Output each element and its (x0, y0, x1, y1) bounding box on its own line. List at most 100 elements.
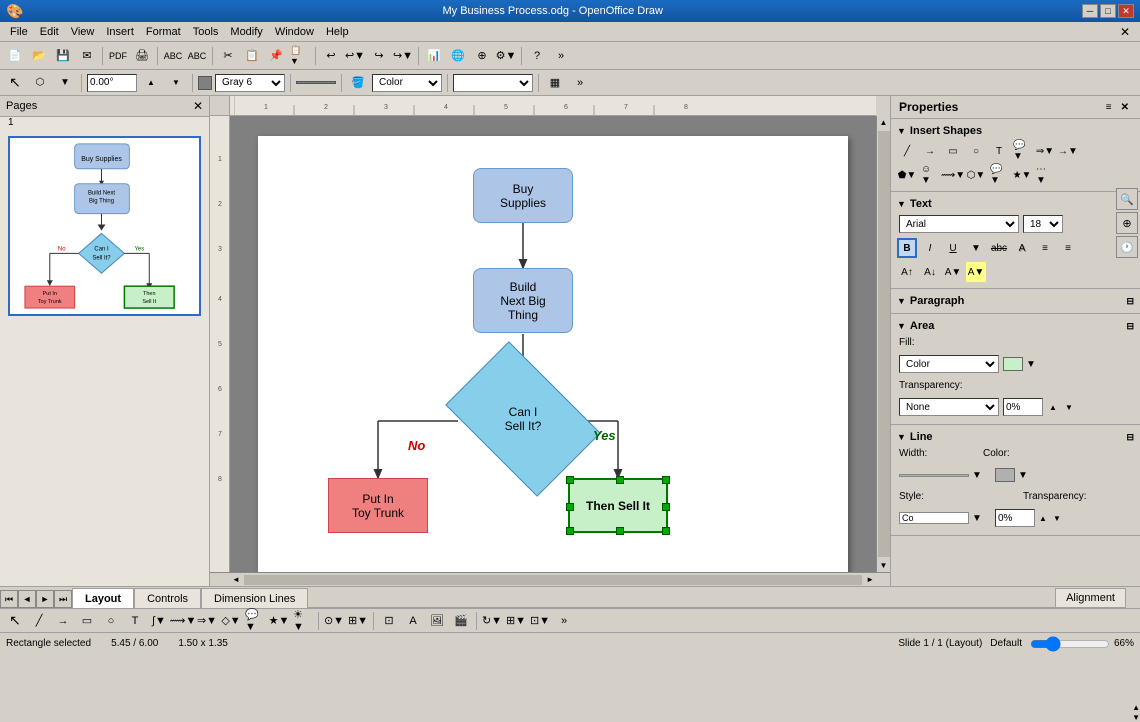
line-color-swatch2[interactable] (995, 468, 1015, 482)
then-sell-it-shape[interactable]: Then Sell It (568, 478, 668, 533)
curve-draw-tool[interactable]: ∫▼ (148, 610, 170, 632)
block-arrow-tool[interactable]: ⇒▼ (1035, 141, 1055, 161)
angle-up[interactable]: ▲ (140, 72, 162, 94)
close-button[interactable]: ✕ (1118, 4, 1134, 18)
image-tool[interactable]: 🖼 (426, 610, 448, 632)
build-next-shape[interactable]: BuildNext BigThing (473, 268, 573, 333)
side-icon-2[interactable]: ⊕ (1116, 212, 1138, 234)
scroll-up-button[interactable]: ▲ (878, 116, 890, 129)
scroll-down-button[interactable]: ▼ (878, 559, 890, 572)
undo-list[interactable]: ↩▼ (344, 45, 366, 67)
handle-tm[interactable] (616, 476, 624, 484)
fill-color-swatch[interactable] (1003, 357, 1023, 371)
trans-up[interactable]: ▲ (1047, 397, 1059, 417)
nav-prev-button[interactable]: ◄ (18, 590, 36, 608)
movie-tool[interactable]: 🎬 (450, 610, 472, 632)
flowchart-draw-tool[interactable]: ◇▼ (220, 610, 242, 632)
area-section-header[interactable]: ▼ Area ⊟ (891, 318, 1140, 334)
decrease-font[interactable]: A↓ (920, 262, 940, 282)
menu-window[interactable]: Window (269, 24, 320, 40)
line-section-header[interactable]: ▼ Line ⊟ (891, 429, 1140, 445)
menu-file[interactable]: File (4, 24, 34, 40)
can-i-sell-shape[interactable]: Can ISell It? (458, 374, 588, 464)
handle-tl[interactable] (566, 476, 574, 484)
scroll-thumb-h[interactable] (244, 575, 862, 585)
block-arrows-tool[interactable]: ⇒▼ (196, 610, 218, 632)
shadow-button[interactable]: A (1012, 238, 1032, 258)
smiley-tool[interactable]: ☺▼ (920, 165, 940, 185)
glue-point-tool[interactable]: ⊞▼ (347, 610, 369, 632)
rect-draw-tool[interactable]: ▭ (76, 610, 98, 632)
highlight-btn[interactable]: A▼ (966, 262, 986, 282)
color-bucket[interactable]: 🪣 (347, 72, 369, 94)
save-button[interactable]: 💾 (52, 45, 74, 67)
handle-br[interactable] (662, 527, 670, 535)
minimize-button[interactable]: ─ (1082, 4, 1098, 18)
help-button[interactable]: ? (526, 45, 548, 67)
trans-down[interactable]: ▼ (1063, 397, 1075, 417)
line-collapse[interactable]: ⊟ (1126, 432, 1134, 443)
align-tool[interactable]: ⊞▼ (505, 610, 527, 632)
handle-tr[interactable] (662, 476, 670, 484)
transparency-type-select[interactable]: None (899, 398, 999, 416)
transparency-value-input[interactable] (1003, 398, 1043, 416)
callout-tool[interactable]: 💬▼ (1012, 141, 1032, 161)
navigator-button[interactable]: ⊕ (471, 45, 493, 67)
canvas-scroll[interactable]: BuySupplies BuildNext BigThing Can ISell… (230, 116, 876, 572)
paste-special[interactable]: 📋▼ (289, 45, 311, 67)
line-style-select[interactable]: Gray 6 (215, 74, 285, 92)
text-align-left[interactable]: ≡ (1035, 238, 1055, 258)
fill-color-arrow[interactable]: ▼ (1025, 354, 1037, 374)
handle-mr[interactable] (662, 503, 670, 511)
oval-tool[interactable]: ○ (966, 141, 986, 161)
line-trans-input[interactable] (995, 509, 1035, 527)
menu-edit[interactable]: Edit (34, 24, 65, 40)
text-section-header[interactable]: ▼ Text ⊟ (891, 196, 1140, 212)
page-thumbnail[interactable]: Buy Supplies Build Next Big Thing Can I … (8, 136, 201, 316)
menu-view[interactable]: View (65, 24, 101, 40)
font-size-select[interactable]: 18 (1023, 215, 1063, 233)
point-edit-tool[interactable]: ⊙▼ (323, 610, 345, 632)
menu-modify[interactable]: Modify (224, 24, 268, 40)
line-draw-tool[interactable]: ╱ (28, 610, 50, 632)
connector-draw-tool[interactable]: ⟿▼ (172, 610, 194, 632)
area-collapse[interactable]: ⊟ (1126, 321, 1134, 332)
star-tool[interactable]: ★▼ (1012, 165, 1032, 185)
font-color-btn[interactable]: A▼ (943, 262, 963, 282)
insert-shapes-header[interactable]: ▼ Insert Shapes (891, 123, 1140, 139)
underline-button[interactable]: U (943, 238, 963, 258)
put-in-toy-trunk-shape[interactable]: Put InToy Trunk (328, 478, 428, 533)
redo-list[interactable]: ↪▼ (392, 45, 414, 67)
open-button[interactable]: 📂 (28, 45, 50, 67)
text-tool[interactable]: T (989, 141, 1009, 161)
text-align-center[interactable]: ≡ (1058, 238, 1078, 258)
spell2-button[interactable]: ABC (186, 45, 208, 67)
email-button[interactable]: ✉ (76, 45, 98, 67)
line-style-arrow[interactable]: ▼ (971, 508, 983, 528)
flowchart-tool[interactable]: ⬡▼ (966, 165, 986, 185)
pages-close-button[interactable]: ✕ (193, 99, 203, 113)
handle-bm[interactable] (616, 527, 624, 535)
line-trans-up[interactable]: ▲ (1037, 508, 1049, 528)
tab-layout[interactable]: Layout (72, 588, 134, 608)
menu-insert[interactable]: Insert (100, 24, 140, 40)
callout2-tool[interactable]: 💬▼ (989, 165, 1009, 185)
group-tool[interactable]: ⊡▼ (529, 610, 551, 632)
scrollbar-horizontal[interactable]: ◄ ► (230, 573, 876, 586)
nav-last-button[interactable]: ⏭ (54, 590, 72, 608)
maximize-button[interactable]: □ (1100, 4, 1116, 18)
props-close-button[interactable]: ✕ (1118, 101, 1132, 114)
bold-button[interactable]: B (897, 238, 917, 258)
strikethrough-button[interactable]: abc (989, 238, 1009, 258)
contour-button[interactable]: ⬡ (29, 72, 51, 94)
fill-type-select[interactable]: Color (899, 355, 999, 373)
display-mode[interactable]: ▦ (544, 72, 566, 94)
scroll-right-button[interactable]: ► (864, 575, 876, 584)
zoom-slider[interactable] (1030, 639, 1110, 649)
copy-button[interactable]: 📋 (241, 45, 263, 67)
web-button[interactable]: 🌐 (447, 45, 469, 67)
para-collapse[interactable]: ⊟ (1126, 296, 1134, 307)
text-draw-tool[interactable]: T (124, 610, 146, 632)
paste-button[interactable]: 📌 (265, 45, 287, 67)
paragraph-section-header[interactable]: ▼ Paragraph ⊟ (891, 293, 1140, 309)
